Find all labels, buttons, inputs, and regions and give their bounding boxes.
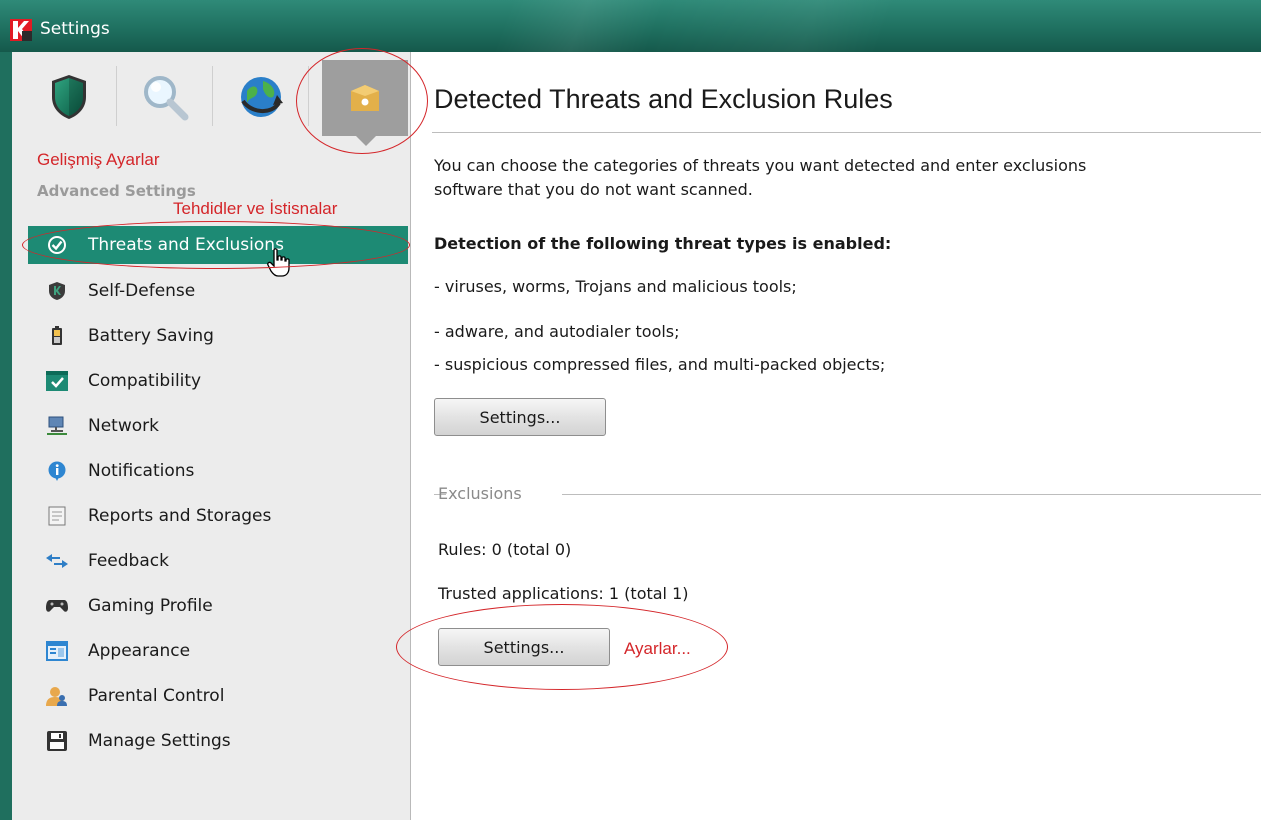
sidebar-item-feedback[interactable]: Feedback xyxy=(28,538,408,583)
box-gear-icon xyxy=(351,85,379,111)
kaspersky-logo-icon xyxy=(10,19,32,41)
protection-tab[interactable] xyxy=(34,62,104,132)
update-tab[interactable] xyxy=(226,62,296,132)
sidebar-item-threats-and-exclusions[interactable]: Threats and Exclusions xyxy=(28,226,408,264)
advanced-settings-annotation: Gelişmiş Ayarlar xyxy=(37,150,160,169)
sidebar-item-gaming-profile[interactable]: Gaming Profile xyxy=(28,583,408,628)
threats-settings-button[interactable]: Settings... xyxy=(434,398,606,436)
network-monitor-icon xyxy=(46,415,68,437)
settings-window: Gelişmiş Ayarlar Advanced Settings Tehdi… xyxy=(12,52,1261,820)
trusted-applications-count: Trusted applications: 1 (total 1) xyxy=(438,584,689,603)
rules-count: Rules: 0 (total 0) xyxy=(438,540,572,559)
gamepad-icon xyxy=(46,595,68,617)
threat-type-item: - suspicious compressed files, and multi… xyxy=(434,355,886,374)
magnifier-icon xyxy=(144,76,189,121)
sidebar: Gelişmiş Ayarlar Advanced Settings Tehdi… xyxy=(12,52,411,820)
threat-type-item: - viruses, worms, Trojans and malicious … xyxy=(434,277,797,296)
threats-exclusions-annotation: Tehdidler ve İstisnalar xyxy=(173,199,338,218)
info-bubble-icon xyxy=(46,460,68,482)
sidebar-item-label: Compatibility xyxy=(88,370,202,391)
advanced-tab[interactable] xyxy=(322,60,408,136)
sidebar-item-appearance[interactable]: Appearance xyxy=(28,628,408,673)
battery-icon xyxy=(46,325,68,347)
threat-type-item: - adware, and autodialer tools; xyxy=(434,322,680,341)
sidebar-item-label: Feedback xyxy=(88,550,169,571)
sidebar-item-reports-and-storages[interactable]: Reports and Storages xyxy=(28,493,408,538)
shield-icon xyxy=(52,75,86,119)
check-circle-icon xyxy=(46,234,68,256)
parental-user-icon xyxy=(46,685,68,707)
sidebar-item-label: Manage Settings xyxy=(88,730,231,751)
exclusions-group-label: Exclusions xyxy=(438,484,522,503)
sidebar-item-label: Reports and Storages xyxy=(88,505,272,526)
sidebar-item-compatibility[interactable]: Compatibility xyxy=(28,358,408,403)
sidebar-item-label: Network xyxy=(88,415,159,436)
sidebar-item-label: Threats and Exclusions xyxy=(88,235,284,255)
window-title: Settings xyxy=(40,19,110,39)
sidebar-item-network[interactable]: Network xyxy=(28,403,408,448)
exclusions-settings-button[interactable]: Settings... xyxy=(438,628,610,666)
k-shield-icon xyxy=(46,280,68,302)
globe-update-icon xyxy=(241,77,283,117)
double-arrow-icon xyxy=(46,550,68,572)
sidebar-item-label: Notifications xyxy=(88,460,195,481)
sidebar-item-battery-saving[interactable]: Battery Saving xyxy=(28,313,408,358)
scan-tab[interactable] xyxy=(130,62,200,132)
report-document-icon xyxy=(46,505,68,527)
sidebar-item-label: Appearance xyxy=(88,640,191,661)
page-description: You can choose the categories of threats… xyxy=(434,156,1087,199)
settings-menu: Threats and Exclusions Self-Defense Batt… xyxy=(28,226,408,763)
hand-cursor-icon xyxy=(267,248,290,277)
advanced-settings-heading: Advanced Settings xyxy=(37,182,196,200)
content-panel: Detected Threats and Exclusion Rules You… xyxy=(430,52,1261,820)
sidebar-item-label: Parental Control xyxy=(88,685,225,706)
sidebar-item-parental-control[interactable]: Parental Control xyxy=(28,673,408,718)
page-title: Detected Threats and Exclusion Rules xyxy=(434,84,893,114)
sidebar-item-self-defense[interactable]: Self-Defense xyxy=(28,268,408,313)
window-appearance-icon xyxy=(46,640,68,662)
sidebar-item-notifications[interactable]: Notifications xyxy=(28,448,408,493)
sidebar-item-label: Gaming Profile xyxy=(88,595,213,616)
window-titlebar[interactable]: Settings xyxy=(0,0,1261,52)
window-frame-left xyxy=(0,52,12,820)
settings-button-annotation: Ayarlar... xyxy=(624,639,691,658)
window-check-icon xyxy=(46,370,68,392)
detection-heading: Detection of the following threat types … xyxy=(434,234,892,253)
sidebar-item-label: Self-Defense xyxy=(88,280,196,301)
sidebar-item-manage-settings[interactable]: Manage Settings xyxy=(28,718,408,763)
sidebar-item-label: Battery Saving xyxy=(88,325,214,346)
floppy-disk-icon xyxy=(46,730,68,752)
category-toolbar xyxy=(12,52,410,146)
